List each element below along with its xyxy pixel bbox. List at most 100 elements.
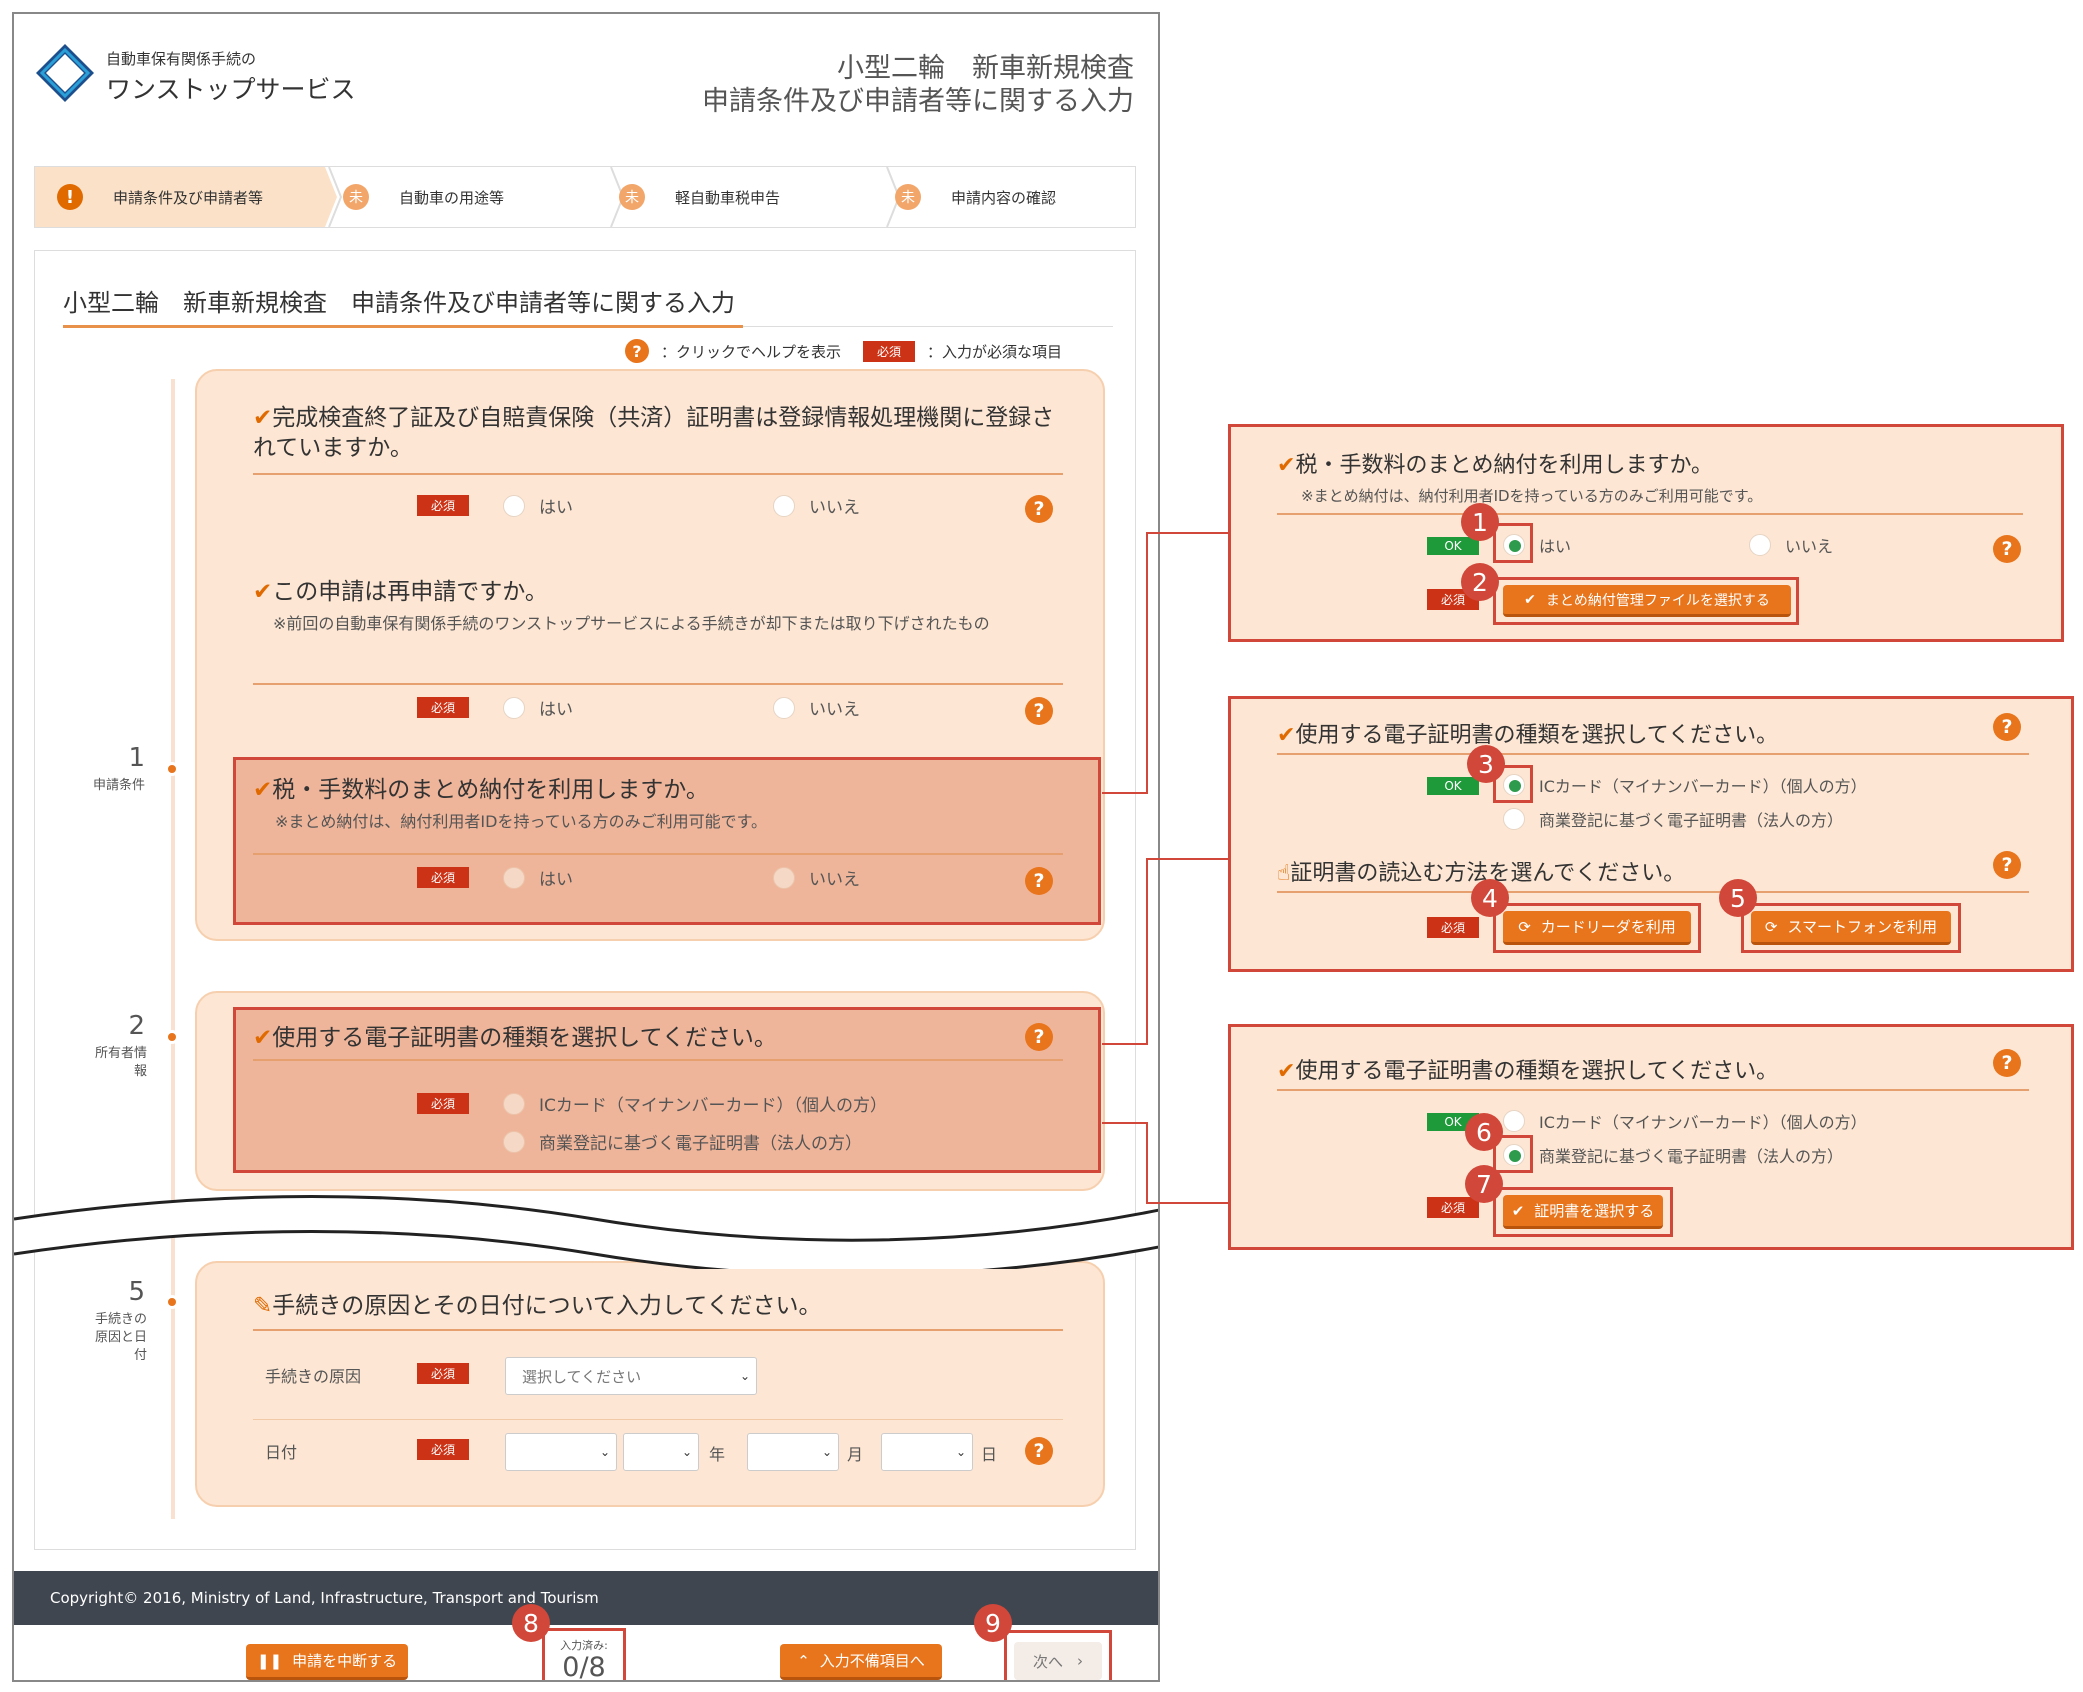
help-icon[interactable]: ? <box>1993 713 2021 741</box>
pause-icon: ❚❚ <box>256 1651 283 1670</box>
zoom-question-title: ✔税・手数料のまとめ納付を利用しますか。 <box>1277 453 1713 478</box>
q4-required: 必須 <box>417 1093 469 1114</box>
question-note: ※前回の自動車保有関係手続のワンストップサービスによる手続きが却下または取り下げ… <box>273 614 990 633</box>
q2-no-option[interactable]: いいえ <box>773 695 860 720</box>
help-icon[interactable]: ? <box>1993 535 2021 563</box>
option-label: はい <box>539 498 573 518</box>
legend-help-text: ：クリックでヘルプを表示 <box>661 342 842 361</box>
check-icon: ✔ <box>253 579 273 605</box>
month-select[interactable]: ⌄ <box>747 1433 839 1471</box>
check-icon: ✔ <box>1277 723 1296 748</box>
zoom-corporate-option[interactable]: 商業登記に基づく電子証明書（法人の方） <box>1503 807 1843 831</box>
question-note: ※まとめ納付は、納付利用者IDを持っている方のみご利用可能です。 <box>275 812 768 831</box>
connector-line <box>1146 858 1228 860</box>
era-select[interactable]: ⌄ <box>505 1433 617 1471</box>
timeline-dot <box>165 1030 179 1044</box>
card-reader-button[interactable]: ⟳ カードリーダを利用 <box>1503 911 1691 945</box>
q3-yes-radio[interactable] <box>503 866 525 889</box>
required-tag: 必須 <box>417 1439 469 1460</box>
connector-line <box>1102 1122 1148 1124</box>
question-title: ✔完成検査終了証及び自賠責保険（共済）証明書は登録情報処理機関に登録されています… <box>253 405 1055 461</box>
q4-corporate-cert-radio[interactable] <box>503 1130 525 1153</box>
section-number: 2 <box>128 1011 145 1041</box>
q1-yes-radio[interactable] <box>503 494 525 517</box>
double-chevron-up-icon: ⌃ <box>797 1651 810 1670</box>
q4-corporate-cert-option[interactable]: 商業登記に基づく電子証明書（法人の方） <box>503 1129 862 1154</box>
q4-ic-card-radio[interactable] <box>503 1092 525 1115</box>
required-tag: 必須 <box>417 697 469 718</box>
q1-no-option[interactable]: いいえ <box>773 493 860 518</box>
ic-card-radio[interactable] <box>1503 1110 1525 1132</box>
q2-no-radio[interactable] <box>773 696 795 719</box>
warning-icon: ! <box>57 184 83 210</box>
cause-required: 必須 <box>417 1363 469 1384</box>
page-title: 小型二輪 新車新規検査 申請条件及び申請者等に関する入力 <box>63 289 735 317</box>
zoom-ic-card-option[interactable]: ICカード（マイナンバーカード）（個人の方） <box>1503 1109 1867 1133</box>
day-select[interactable]: ⌄ <box>881 1433 973 1471</box>
q3-required: 必須 <box>417 867 469 888</box>
ok-tag: OK <box>1427 537 1479 555</box>
timeline-dot <box>165 762 179 776</box>
chevron-down-icon: ⌄ <box>681 1445 692 1459</box>
progress-counter: 入力済み: 0/8 <box>542 1628 626 1682</box>
zoom-no-option[interactable]: いいえ <box>1749 533 1833 557</box>
q4-ic-card-option[interactable]: ICカード（マイナンバーカード）（個人の方） <box>503 1091 887 1116</box>
question-underline <box>1277 1089 2029 1091</box>
zoom-ic-card-option[interactable]: ICカード（マイナンバーカード）（個人の方） <box>1503 773 1867 797</box>
suspend-button[interactable]: ❚❚ 申請を中断する <box>246 1644 408 1680</box>
no-radio[interactable] <box>1749 534 1771 556</box>
help-icon[interactable]: ? <box>1025 1437 1053 1465</box>
page-break-wave <box>14 1195 1158 1269</box>
step-badge-1: 1 <box>1461 503 1499 541</box>
q3-no-radio[interactable] <box>773 866 795 889</box>
corporate-cert-radio[interactable] <box>1503 808 1525 830</box>
help-icon[interactable]: ? <box>1025 697 1053 725</box>
question-underline <box>1277 753 2029 755</box>
pointing-hand-icon: ☝ <box>1277 861 1291 886</box>
check-icon: ✔ <box>1511 1201 1525 1220</box>
q3-no-option[interactable]: いいえ <box>773 865 860 890</box>
cause-select[interactable]: 選択してください ⌄ <box>505 1357 757 1395</box>
select-batch-file-button[interactable]: ✔ まとめ納付管理ファイルを選択する <box>1503 585 1791 617</box>
missing-items-button[interactable]: ⌃ 入力不備項目へ <box>780 1644 942 1680</box>
help-icon[interactable]: ? <box>1025 495 1053 523</box>
step-1: ! 申請条件及び申請者等 <box>35 167 325 227</box>
zoom-corporate-option[interactable]: 商業登記に基づく電子証明書（法人の方） <box>1503 1143 1843 1167</box>
question-title: ✔使用する電子証明書の種類を選択してください。 <box>253 1025 777 1051</box>
help-icon[interactable]: ? <box>1025 1023 1053 1051</box>
step-4: 未 申請内容の確認 <box>895 167 1135 227</box>
step-badge-3: 3 <box>1467 745 1505 783</box>
q2-yes-radio[interactable] <box>503 696 525 719</box>
required-tag: 必須 <box>863 340 916 362</box>
q1-yes-option[interactable]: はい <box>503 493 573 518</box>
date-required: 必須 <box>417 1439 469 1460</box>
pending-icon: 未 <box>895 184 921 210</box>
progress-stepper: ! 申請条件及び申請者等 未 自動車の用途等 未 軽自動車税申告 未 申請内容の… <box>34 166 1136 228</box>
step-badge-4: 4 <box>1471 879 1509 917</box>
required-tag: 必須 <box>1427 917 1479 938</box>
header-title-line1: 小型二輪 新車新規検査 <box>837 53 1134 84</box>
help-icon[interactable]: ? <box>1025 867 1053 895</box>
help-icon[interactable]: ? <box>1993 1049 2021 1077</box>
section-label: 所有者情報 <box>94 1046 147 1079</box>
year-unit: 年 <box>709 1445 726 1464</box>
counter-value: 0/8 <box>562 1652 606 1682</box>
q1-no-radio[interactable] <box>773 494 795 517</box>
next-button[interactable]: 次へ › <box>1014 1642 1102 1680</box>
q2-yes-option[interactable]: はい <box>503 695 573 720</box>
option-label: いいえ <box>809 700 860 720</box>
help-icon[interactable]: ? <box>1993 851 2021 879</box>
question-underline <box>253 1059 1063 1061</box>
smartphone-button[interactable]: ⟳ スマートフォンを利用 <box>1751 911 1951 945</box>
select-certificate-button[interactable]: ✔ 証明書を選択する <box>1503 1195 1663 1229</box>
question-title: ✔この申請は再申請ですか。 <box>253 579 548 605</box>
q3-yes-option[interactable]: はい <box>503 865 573 890</box>
question-underline <box>253 853 1063 855</box>
step-3: 未 軽自動車税申告 <box>619 167 889 227</box>
counter-label: 入力済み: <box>560 1639 608 1652</box>
connector-line <box>1146 1202 1228 1204</box>
step-label: 申請内容の確認 <box>951 188 1057 207</box>
year-select[interactable]: ⌄ <box>623 1433 699 1471</box>
section-label: 申請条件 <box>92 778 145 793</box>
month-unit: 月 <box>847 1445 864 1464</box>
